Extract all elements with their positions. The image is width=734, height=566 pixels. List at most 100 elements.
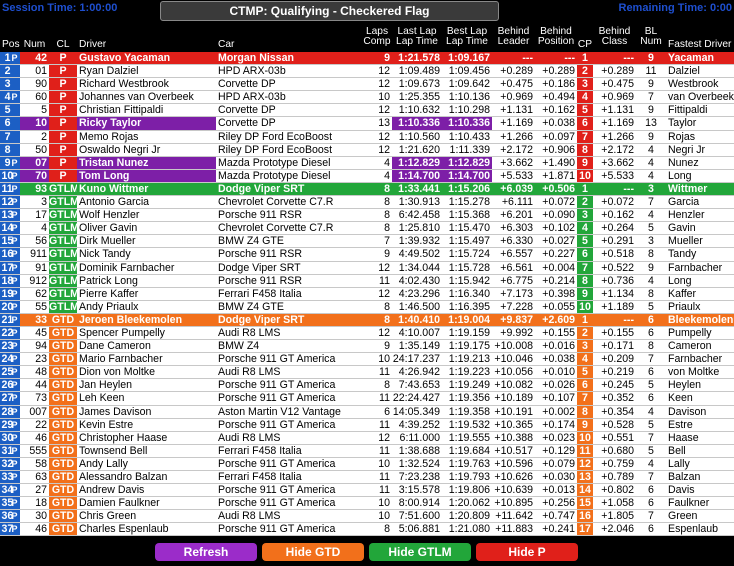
behind-position-cell: +0.002 xyxy=(535,405,577,419)
table-row[interactable]: 29P 22 GTD Kevin Estre Porsche 911 GT Americ… xyxy=(0,418,734,432)
table-row[interactable]: 1P 42 P Gustavo Yacaman Morgan Nissan 9 1:21.5… xyxy=(0,52,734,66)
best-lap-cell: 1:20.062 xyxy=(442,496,492,511)
hide-p-button[interactable]: Hide P xyxy=(476,543,578,561)
table-row[interactable]: 8 50 P Oswaldo Negri Jr Riley DP Ford EcoBoo… xyxy=(0,143,734,157)
last-lap-cell: 5:06.881 xyxy=(392,522,442,537)
car-cell: Audi R8 LMS xyxy=(216,365,362,380)
behind-position-cell: +0.090 xyxy=(535,208,577,223)
table-row[interactable]: 4P 60 P Johannes van Overbeek HPD ARX-03b 10 1… xyxy=(0,90,734,105)
pos-number: 29 xyxy=(1,418,14,431)
table-row[interactable]: 6 10 P Ricky Taylor Corvette DP 13 1:10.336 1:1… xyxy=(0,116,734,131)
pit-flag: P xyxy=(11,341,18,352)
col-fastest-driver[interactable]: Fastest Driver xyxy=(666,22,734,52)
num-cell: 60 xyxy=(20,90,49,105)
table-row[interactable]: 22P 45 GTD Spencer Pumpelly Audi R8 LMS 12 4:1… xyxy=(0,326,734,341)
table-row[interactable]: 35P 18 GTD Damien Faulkner Porsche 911 GT Am… xyxy=(0,496,734,511)
behind-class-cell: +2.172 xyxy=(593,143,636,157)
table-row[interactable]: 20P 55 GTLM Andy Priaulx BMW Z4 GTE 8 1:46.500… xyxy=(0,300,734,314)
pit-flag: P xyxy=(11,275,18,286)
table-row[interactable]: 10P 70 P Tom Long Mazda Prototype Diesel 4 1:1… xyxy=(0,169,734,183)
table-row[interactable]: 26P 44 GTD Jan Heylen Porsche 911 GT America… xyxy=(0,378,734,393)
table-row[interactable]: 27P 73 GTD Leh Keen Porsche 911 GT America 11… xyxy=(0,391,734,406)
hide-gtlm-button[interactable]: Hide GTLM xyxy=(369,543,471,561)
table-row[interactable]: 15P 56 GTLM Dirk Mueller BMW Z4 GTE 7 1:39.932… xyxy=(0,234,734,249)
driver-cell: Patrick Long xyxy=(77,274,216,288)
table-row[interactable]: 17P 91 GTLM Dominik Farnbacher Dodge Viper S… xyxy=(0,261,734,275)
col-behind-leader[interactable]: Behind Leader xyxy=(492,22,535,52)
behind-class-cell: +0.802 xyxy=(593,483,636,498)
bl-num-cell: 4 xyxy=(636,156,666,170)
bl-num-cell: 5 xyxy=(636,221,666,236)
pos-number: 35 xyxy=(1,497,14,510)
col-num[interactable]: Num xyxy=(20,22,49,52)
laps-cell: 12 xyxy=(362,287,392,301)
col-best-lap[interactable]: Best Lap Lap Time xyxy=(442,22,492,52)
col-last-lap[interactable]: Last Lap Lap Time xyxy=(392,22,442,52)
table-row[interactable]: 11P 93 GTLM Kuno Wittmer Dodge Viper SRT 8 1:3… xyxy=(0,182,734,197)
table-row[interactable]: 3 90 P Richard Westbrook Corvette DP 12 1:09.6… xyxy=(0,77,734,92)
col-bl-num[interactable]: BL Num xyxy=(636,22,666,52)
pit-flag: P xyxy=(11,354,18,365)
col-laps[interactable]: Laps Comp xyxy=(362,22,392,52)
class-cell: GTD xyxy=(49,313,77,327)
table-row[interactable]: 25P 48 GTD Dion von Moltke Audi R8 LMS 11 4:26… xyxy=(0,365,734,380)
laps-cell: 12 xyxy=(362,431,392,445)
last-lap-cell: 1:21.578 xyxy=(392,52,442,66)
pit-flag: P xyxy=(11,262,18,273)
pos-cell: 6 xyxy=(0,116,20,131)
table-row[interactable]: 24P 23 GTD Mario Farnbacher Porsche 911 GT A… xyxy=(0,352,734,367)
col-cp[interactable]: CP xyxy=(577,22,593,52)
laps-cell: 8 xyxy=(362,300,392,314)
col-behind-class[interactable]: Behind Class xyxy=(593,22,636,52)
behind-leader-cell: +10.596 xyxy=(492,457,535,472)
table-row[interactable]: 14P 4 GTLM Oliver Gavin Chevrolet Corvette C… xyxy=(0,221,734,236)
bl-num-cell: 7 xyxy=(636,509,666,524)
num-cell: 3 xyxy=(20,195,49,210)
behind-class-cell: --- xyxy=(593,313,636,327)
table-row[interactable]: 19P 62 GTLM Pierre Kaffer Ferrari F458 Itali… xyxy=(0,287,734,301)
table-row[interactable]: 12P 3 GTLM Antonio Garcia Chevrolet Corvette… xyxy=(0,195,734,210)
col-behind-position[interactable]: Behind Position xyxy=(535,22,577,52)
table-row[interactable]: 18P 912 GTLM Patrick Long Porsche 911 RSR 11 4… xyxy=(0,274,734,288)
class-cell: GTLM xyxy=(49,221,77,236)
table-row[interactable]: 16P 911 GTLM Nick Tandy Porsche 911 RSR 9 4:49… xyxy=(0,247,734,262)
laps-cell: 11 xyxy=(362,274,392,288)
table-row[interactable]: 31P 555 GTD Townsend Bell Ferrari F458 Itali… xyxy=(0,444,734,458)
behind-leader-cell: +6.201 xyxy=(492,208,535,223)
pos-number: 28 xyxy=(1,405,14,418)
table-row[interactable]: 30P 46 GTD Christopher Haase Audi R8 LMS 12 6:… xyxy=(0,431,734,445)
table-row[interactable]: 13P 17 GTLM Wolf Henzler Porsche 911 RSR 8 6:4… xyxy=(0,208,734,223)
table-row[interactable]: 32P 58 GTD Andy Lally Porsche 911 GT America… xyxy=(0,457,734,472)
table-row[interactable]: 9P 07 P Tristan Nunez Mazda Prototype Diesel… xyxy=(0,156,734,170)
class-cell: GTLM xyxy=(49,234,77,249)
col-driver[interactable]: Driver xyxy=(77,22,216,52)
table-row[interactable]: 33P 63 GTD Alessandro Balzan Ferrari F458 It… xyxy=(0,470,734,485)
timing-table: Pos Num CL Driver Car Laps Comp Last Lap L… xyxy=(0,22,734,537)
table-row[interactable]: 34P 27 GTD Andrew Davis Porsche 911 GT Ameri… xyxy=(0,483,734,498)
best-lap-cell: 1:19.555 xyxy=(442,431,492,445)
table-row[interactable]: 36P 30 GTD Chris Green Audi R8 LMS 10 7:51.600… xyxy=(0,509,734,524)
pos-number: 36 xyxy=(1,510,14,523)
behind-class-cell: +0.475 xyxy=(593,77,636,92)
best-lap-cell: 1:10.336 xyxy=(442,116,492,131)
refresh-button[interactable]: Refresh xyxy=(155,543,257,561)
table-row[interactable]: 5 5 P Christian Fittipaldi Corvette DP 12 1:10… xyxy=(0,103,734,118)
hide-gtd-button[interactable]: Hide GTD xyxy=(262,543,364,561)
table-row[interactable]: 7 2 P Memo Rojas Riley DP Ford EcoBoost 12 1:1… xyxy=(0,130,734,144)
col-class[interactable]: CL xyxy=(49,22,77,52)
table-row[interactable]: 23P 94 GTD Dane Cameron BMW Z4 9 1:35.149 1:19.… xyxy=(0,339,734,354)
table-row[interactable]: 37P 46 GTD Charles Espenlaub Porsche 911 GT … xyxy=(0,522,734,537)
behind-class-cell: +0.209 xyxy=(593,352,636,367)
behind-leader-cell: +7.173 xyxy=(492,287,535,301)
table-row[interactable]: 2 01 P Ryan Dalziel HPD ARX-03b 12 1:09.489 1:0… xyxy=(0,64,734,79)
col-car[interactable]: Car xyxy=(216,22,362,52)
table-row[interactable]: 21P 33 GTD Jeroen Bleekemolen Dodge Viper SR… xyxy=(0,313,734,327)
table-row[interactable]: 28P 007 GTD James Davison Aston Martin V12 V… xyxy=(0,405,734,419)
col-pos[interactable]: Pos xyxy=(0,22,20,52)
num-cell: 62 xyxy=(20,287,49,301)
behind-leader-cell: --- xyxy=(492,52,535,66)
class-cell: GTD xyxy=(49,352,77,367)
behind-class-cell: +0.155 xyxy=(593,326,636,341)
behind-class-cell: +0.352 xyxy=(593,391,636,406)
class-cell: P xyxy=(49,52,77,66)
